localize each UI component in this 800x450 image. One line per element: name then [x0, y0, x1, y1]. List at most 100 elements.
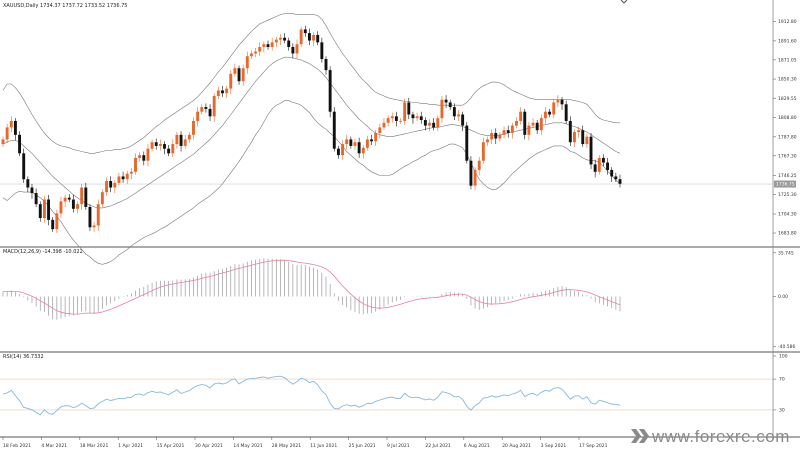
candle-body [187, 134, 191, 140]
chart-canvas[interactable]: XAUUSD,Daily 1734.37 1737.72 1733.52 173… [0, 0, 800, 450]
candle-body [30, 187, 34, 194]
candle-body [336, 148, 340, 156]
candle-body [121, 176, 125, 180]
time-tick-label: 6 Aug 2021 [464, 443, 490, 449]
candle-body [556, 99, 560, 103]
candle-body [18, 134, 22, 154]
candle-body [593, 164, 597, 172]
candle-body [399, 120, 402, 122]
candle-body [117, 176, 121, 183]
candle-body [80, 187, 84, 205]
candle-body [225, 88, 229, 94]
candle-body [266, 44, 270, 47]
candle-body [254, 51, 258, 54]
candle-body [457, 114, 460, 117]
rsi-tick-label: 30 [779, 408, 785, 414]
candle-body [42, 199, 46, 219]
macd-tick-label: 35.745 [778, 250, 794, 256]
price-tick-label: 1767.30 [778, 153, 797, 159]
candle-body [125, 173, 129, 180]
candle-body [477, 160, 481, 170]
candle-body [142, 155, 146, 161]
time-tick-label: 28 May 2021 [272, 443, 301, 449]
candle-body [71, 199, 75, 209]
candle-body [200, 107, 204, 112]
candle-body [519, 111, 523, 121]
candle-body [568, 120, 572, 143]
candle-body [138, 155, 142, 158]
candle-body [158, 144, 162, 146]
candle-body [382, 122, 386, 128]
candle-body [469, 160, 473, 186]
candle-body [167, 148, 171, 154]
candle-body [544, 111, 547, 119]
time-tick-label: 11 Jun 2021 [310, 443, 337, 449]
candle-body [440, 99, 444, 119]
chart-background [0, 0, 800, 450]
candle-body [100, 192, 104, 205]
candle-body [250, 53, 253, 57]
candle-body [67, 197, 71, 200]
candle-body [26, 179, 30, 188]
time-tick-label: 15 Apr 2021 [157, 443, 185, 449]
candle-body [531, 122, 535, 126]
candle-body [502, 130, 506, 135]
time-tick-label: 18 Feb 2021 [3, 443, 31, 449]
candle-body [527, 125, 531, 135]
price-tick-label: 1871.05 [778, 57, 797, 63]
candle-body [22, 153, 26, 180]
candle-body [423, 120, 427, 126]
candle-body [365, 139, 369, 148]
candle-body [113, 182, 117, 188]
candle-body [129, 171, 133, 174]
candle-body [171, 144, 175, 154]
candle-body [146, 148, 150, 161]
candle-body [452, 107, 456, 117]
candle-body [510, 125, 514, 133]
time-tick-label: 1 Apr 2021 [118, 443, 143, 449]
candle-body [212, 95, 216, 117]
candle-body [349, 139, 353, 146]
candle-body [403, 102, 407, 121]
candle-body [55, 213, 59, 230]
price-tick-label: 1725.30 [778, 192, 797, 198]
watermark-text: www.forexre.com [651, 427, 790, 446]
watermark: www.forexre.com [631, 427, 790, 446]
candle-body [370, 139, 373, 142]
price-tick-label: 1912.80 [778, 19, 797, 25]
rsi-tick-label: 100 [779, 354, 788, 360]
candle-body [535, 122, 539, 131]
candle-body [237, 68, 241, 82]
candle-body [548, 111, 552, 115]
candle-body [494, 132, 498, 139]
candle-body [134, 157, 137, 172]
candle-body [428, 122, 431, 126]
price-tick-label: 1683.80 [778, 231, 797, 237]
candle-body [233, 68, 237, 74]
candle-body [419, 116, 423, 121]
candle-body [204, 107, 208, 109]
price-tick-label: 1746.25 [778, 173, 797, 179]
candle-body [59, 201, 63, 214]
candle-body [274, 39, 278, 43]
time-tick-label: 17 Sep 2021 [579, 443, 608, 449]
candle-body [262, 44, 266, 47]
candle-body [357, 142, 361, 154]
candle-body [498, 134, 502, 139]
candle-body [270, 42, 274, 47]
time-tick-label: 9 Jul 2021 [387, 443, 410, 449]
candle-body [150, 142, 154, 149]
candle-body [183, 139, 187, 146]
candle-body [444, 99, 448, 103]
candle-body [610, 169, 614, 177]
candle-body [84, 187, 88, 207]
candle-body [192, 120, 195, 135]
candle-body [332, 111, 336, 149]
candle-body [552, 102, 556, 115]
candle-body [407, 102, 411, 115]
candle-body [179, 134, 183, 146]
time-tick-label: 14 May 2021 [233, 443, 262, 449]
time-tick-label: 4 Mar 2021 [41, 443, 67, 449]
price-panel-title: XAUUSD,Daily 1734.37 1737.72 1733.52 173… [3, 3, 128, 9]
candle-body [13, 120, 17, 135]
